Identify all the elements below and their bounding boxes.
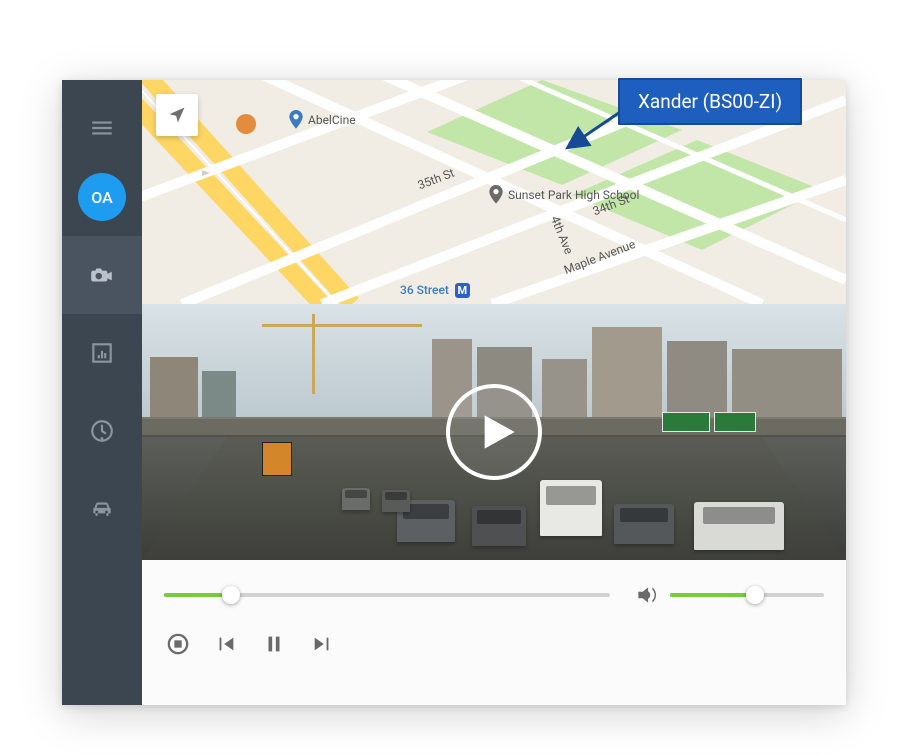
volume-slider[interactable]: [670, 586, 824, 604]
previous-button[interactable]: [212, 630, 240, 658]
progress-slider[interactable]: [164, 586, 610, 604]
sidebar: OA: [62, 80, 142, 705]
location-arrow-icon: [167, 105, 187, 125]
skip-forward-icon: [311, 633, 333, 655]
map-poi-school[interactable]: Sunset Park High School: [488, 185, 639, 205]
map-poi-label: AbelCine: [308, 113, 356, 127]
vehicle-callout-label: Xander (BS00-ZI): [638, 90, 782, 113]
map-pin-icon: [288, 110, 304, 130]
clock-icon: [89, 418, 115, 444]
next-button[interactable]: [308, 630, 336, 658]
volume-thumb[interactable]: [746, 586, 764, 604]
play-icon: [478, 410, 518, 454]
stop-icon: [167, 633, 189, 655]
pause-button[interactable]: [260, 630, 288, 658]
volume-icon: [634, 582, 660, 608]
avatar: OA: [78, 173, 126, 221]
car-icon: [89, 496, 115, 522]
volume-fill: [670, 593, 755, 597]
sidebar-history-button[interactable]: [62, 392, 142, 470]
vehicle-callout: Xander (BS00-ZI): [618, 78, 802, 125]
video-player[interactable]: [142, 304, 846, 560]
progress-fill: [164, 593, 231, 597]
map-pin-icon: [488, 185, 504, 205]
scrub-row: [164, 582, 824, 608]
volume-control: [634, 582, 824, 608]
progress-thumb[interactable]: [222, 586, 240, 604]
map-poi-label: Sunset Park High School: [508, 188, 639, 202]
sidebar-stats-button[interactable]: [62, 314, 142, 392]
map-recentre-button[interactable]: [156, 94, 198, 136]
sidebar-menu-button[interactable]: [62, 98, 142, 158]
hamburger-icon: [89, 115, 115, 141]
sidebar-camera-button[interactable]: [62, 236, 142, 314]
restaurant-icon: [236, 114, 256, 134]
map-poi-abelcine[interactable]: AbelCine: [288, 110, 356, 130]
avatar-initials: OA: [91, 188, 112, 207]
pause-icon: [263, 633, 285, 655]
bar-chart-icon: [89, 340, 115, 366]
map-poi-burger: [236, 114, 256, 134]
video-camera-icon: [89, 262, 115, 288]
main-content: AbelCine 35th St Sunset Park High School…: [142, 80, 846, 705]
stop-button[interactable]: [164, 630, 192, 658]
video-play-button[interactable]: [446, 384, 542, 480]
app-window: OA: [62, 80, 846, 705]
sidebar-vehicle-button[interactable]: [62, 470, 142, 548]
transport-buttons: [164, 630, 824, 658]
skip-back-icon: [215, 633, 237, 655]
sidebar-avatar[interactable]: OA: [62, 158, 142, 236]
player-controls: [142, 560, 846, 705]
volume-button[interactable]: [634, 582, 660, 608]
